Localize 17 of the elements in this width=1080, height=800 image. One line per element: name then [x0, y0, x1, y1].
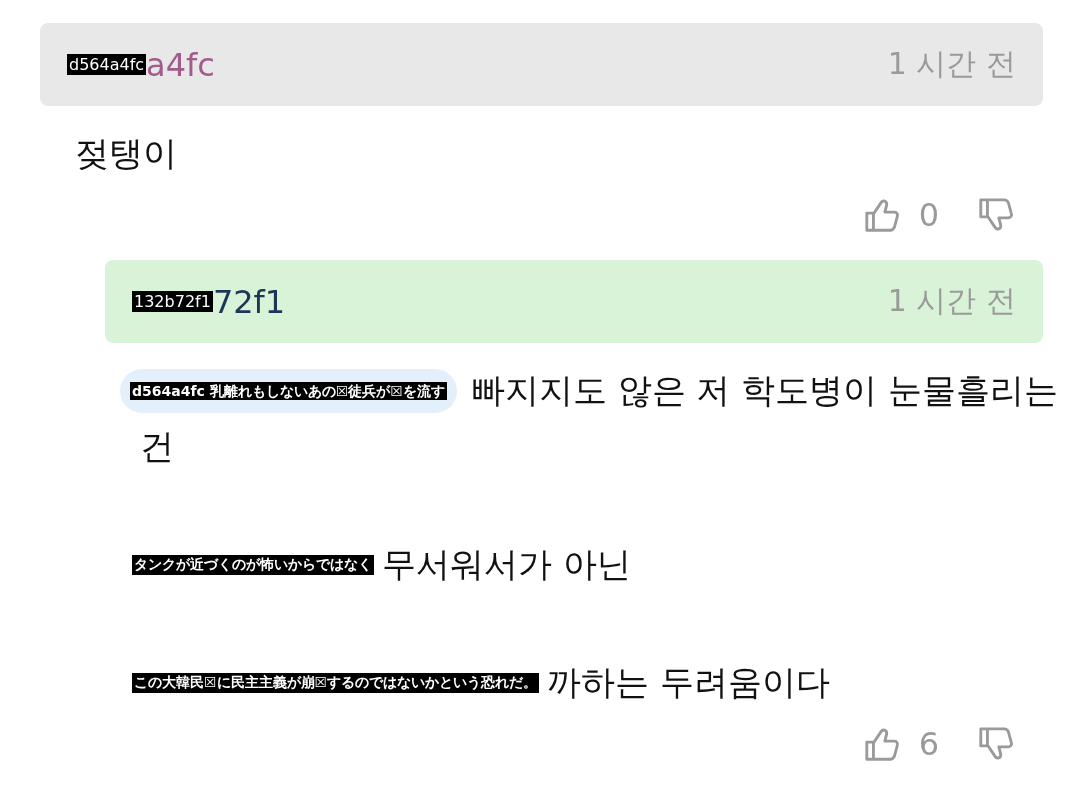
mention-chip[interactable]: d564a4fc 乳離れもしないあの☒徒兵が☒を流す [120, 369, 457, 413]
comment-text: 무서워서가 아닌 [382, 543, 631, 586]
translation-label: 132b72f1 [132, 291, 213, 312]
comment-text: 건 [140, 425, 174, 468]
username[interactable]: 72f1 [212, 282, 286, 321]
timestamp: 1 시간 전 [887, 282, 1016, 320]
comment-text: 젖탱이 [75, 132, 177, 175]
like-count: 6 [918, 725, 939, 763]
translation-label: タンクが近づくのが怖いからではなく [132, 555, 374, 575]
comment-text: 까하는 두려움이다 [547, 661, 830, 704]
username[interactable]: a4fc [146, 45, 215, 84]
timestamp: 1 시간 전 [887, 45, 1016, 83]
comment-text: 빠지지도 않은 저 학도병이 눈물흘리는 [470, 369, 1059, 412]
translation-label: d564a4fc [67, 54, 147, 75]
translation-label: この大韓民☒に民主主義が崩☒するのではないかという恐れだ。 [132, 673, 540, 693]
like-count: 0 [918, 196, 939, 234]
translation-label: d564a4fc 乳離れもしないあの☒徒兵が☒を流す [130, 382, 447, 400]
